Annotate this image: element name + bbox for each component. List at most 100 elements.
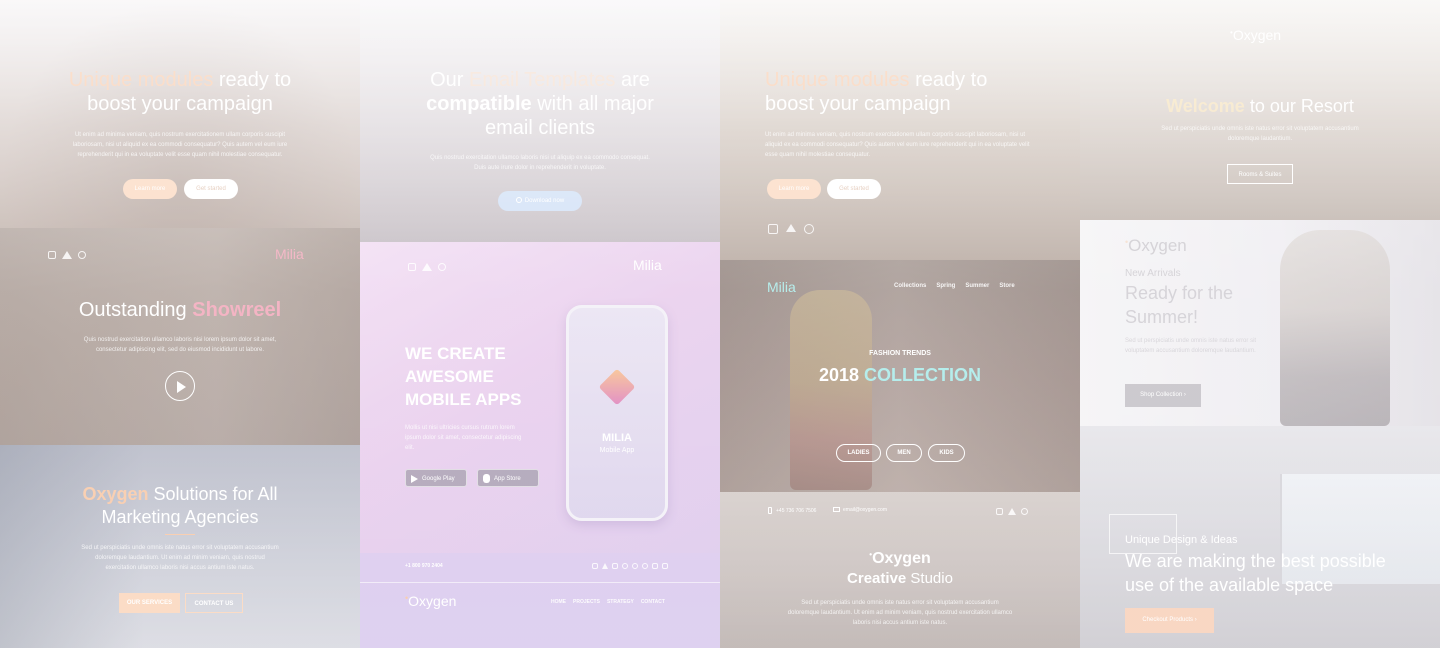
twitter-icon[interactable]	[422, 263, 432, 271]
youtube-icon[interactable]	[662, 563, 668, 569]
chip-men[interactable]: MEN	[886, 444, 922, 462]
column-3: Unique modules ready to boost your campa…	[720, 0, 1080, 648]
app-headline: WE CREATE AWESOME MOBILE APPS	[405, 344, 522, 409]
column-4: •Oxygen Welcome to our Resort Sed ut per…	[1080, 0, 1440, 648]
twitter-icon[interactable]	[602, 563, 608, 569]
twitter-icon[interactable]	[786, 224, 796, 232]
social-icons	[768, 224, 814, 234]
showreel-section: Milia Outstanding Showreel Quis nostrud …	[0, 228, 360, 445]
facebook-icon[interactable]	[408, 263, 416, 271]
download-icon	[515, 197, 522, 203]
phone-brand: MILIA	[602, 432, 632, 444]
brand-logo: Milia	[767, 279, 796, 295]
shop-collection-button[interactable]: Shop Collection ›	[1125, 384, 1201, 407]
checkout-products-button[interactable]: Checkout Products ›	[1125, 608, 1214, 633]
agency-title: Oxygen Solutions for All Marketing Agenc…	[82, 484, 278, 527]
email-title: Our Email Templates are compatible with …	[426, 69, 654, 139]
showreel-body: Quis nostrud exercitation ullamco labori…	[83, 337, 277, 353]
nav-spring[interactable]: Spring	[936, 283, 955, 289]
footer-divider	[360, 582, 720, 583]
agency-body: Sed ut perspiciatis unde omnis iste natu…	[81, 545, 279, 571]
play-store-icon	[411, 475, 418, 483]
email-body: Quis nostrud exercitation ullamco labori…	[430, 155, 650, 171]
phone-icon	[768, 507, 772, 514]
studio-phone: +45 736 706 7506	[768, 507, 816, 514]
apple-icon	[483, 474, 490, 483]
resort-body: Sed ut perspiciatis unde omnis iste natu…	[1161, 126, 1359, 142]
mobile-app-section: Milia WE CREATE AWESOME MOBILE APPS Moll…	[360, 242, 720, 553]
linkedin-icon[interactable]	[612, 563, 618, 569]
app-body: Mollis ut nisi ultricies cursus rutrum l…	[405, 425, 522, 451]
nav-strategy[interactable]: STRATEGY	[607, 599, 634, 605]
interior-section: Unique Design & Ideas We are making the …	[1080, 426, 1440, 648]
resort-hero: •Oxygen Welcome to our Resort Sed ut per…	[1080, 0, 1440, 220]
brand-logo: Milia	[275, 246, 304, 262]
our-services-button[interactable]: OUR SERVICES	[119, 593, 180, 613]
instagram-icon[interactable]	[652, 563, 658, 569]
facebook-icon[interactable]	[768, 224, 778, 234]
arrivals-body: Sed ut perspiciatis unde omnis iste natu…	[1125, 338, 1257, 354]
brand-logo: Milia	[633, 257, 662, 273]
rooms-suites-button[interactable]: Rooms & Suites	[1227, 164, 1293, 184]
arrivals-title: Ready for the Summer!	[1125, 283, 1234, 327]
nav-store[interactable]: Store	[999, 283, 1014, 289]
title-divider	[165, 534, 195, 535]
get-started-button[interactable]: Get started	[184, 179, 238, 199]
chip-kids[interactable]: KIDS	[928, 444, 965, 462]
hero-title: Unique modules ready to boost your campa…	[68, 69, 292, 115]
hero-body: Ut enim ad minima veniam, quis nostrum e…	[72, 132, 288, 158]
facebook-icon[interactable]	[996, 508, 1003, 515]
studio-logo: •Oxygen	[869, 550, 931, 567]
instagram-icon[interactable]	[78, 251, 86, 259]
instagram-icon[interactable]	[438, 263, 446, 271]
facebook-icon[interactable]	[48, 251, 56, 259]
twitter-icon[interactable]	[62, 251, 72, 259]
contact-us-button[interactable]: CONTACT US	[185, 593, 243, 613]
google-play-button[interactable]: Google Play	[405, 469, 467, 487]
learn-more-button[interactable]: Learn more	[767, 179, 821, 199]
resort-logo: •Oxygen	[1230, 27, 1282, 43]
column-1: Unique modules ready to boost your campa…	[0, 0, 360, 648]
studio-section: +45 736 706 7506 email@oxygen.com •Oxyge…	[720, 492, 1080, 648]
play-button[interactable]	[165, 371, 195, 401]
fashion-nav: Collections Spring Summer Store	[894, 283, 1015, 289]
nav-home[interactable]: HOME	[551, 599, 566, 605]
hero-modules-1: Unique modules ready to boost your campa…	[0, 0, 360, 228]
footer-social-icons	[592, 563, 668, 569]
studio-title: Creative Studio	[847, 570, 953, 587]
fashion-section: Milia Collections Spring Summer Store FA…	[720, 260, 1080, 492]
social-icons	[408, 263, 446, 271]
arrow-right-icon: ›	[1194, 617, 1197, 623]
google-plus-icon[interactable]	[632, 563, 638, 569]
app-footer: +1 800 970 2404 •Oxygen HOME PROJECTS ST…	[360, 553, 720, 648]
nav-projects[interactable]: PROJECTS	[573, 599, 600, 605]
studio-social-icons	[996, 508, 1028, 515]
app-store-button[interactable]: App Store	[477, 469, 539, 487]
model-photo	[1280, 230, 1390, 426]
app-logo-icon	[598, 368, 636, 406]
get-started-button[interactable]: Get started	[827, 179, 881, 199]
nav-summer[interactable]: Summer	[965, 283, 989, 289]
facebook-icon[interactable]	[592, 563, 598, 569]
template-gallery: Unique modules ready to boost your campa…	[0, 0, 1440, 648]
showreel-title: Outstanding Showreel	[78, 299, 282, 321]
interior-eyebrow: Unique Design & Ideas	[1125, 534, 1238, 546]
nav-contact[interactable]: CONTACT	[641, 599, 665, 605]
arrivals-eyebrow: New Arrivals	[1125, 268, 1181, 279]
dribbble-icon[interactable]	[642, 563, 648, 569]
agency-section: Oxygen Solutions for All Marketing Agenc…	[0, 445, 360, 648]
twitter-icon[interactable]	[1008, 508, 1016, 515]
resort-title: Welcome to our Resort	[1166, 96, 1354, 116]
download-button[interactable]: Download now	[498, 191, 582, 211]
footer-phone: +1 800 970 2404	[405, 563, 443, 569]
pinterest-icon[interactable]	[622, 563, 628, 569]
arrivals-logo: •Oxygen	[1125, 236, 1187, 255]
learn-more-button[interactable]: Learn more	[123, 179, 177, 199]
studio-body: Sed ut perspiciatis unde omnis iste natu…	[787, 600, 1013, 626]
hero-title: Unique modules ready to boost your campa…	[765, 69, 988, 115]
instagram-icon[interactable]	[1021, 508, 1028, 515]
hero-email-templates: Our Email Templates are compatible with …	[360, 0, 720, 242]
chip-ladies[interactable]: LADIES	[836, 444, 881, 462]
nav-collections[interactable]: Collections	[894, 283, 926, 289]
instagram-icon[interactable]	[804, 224, 814, 234]
